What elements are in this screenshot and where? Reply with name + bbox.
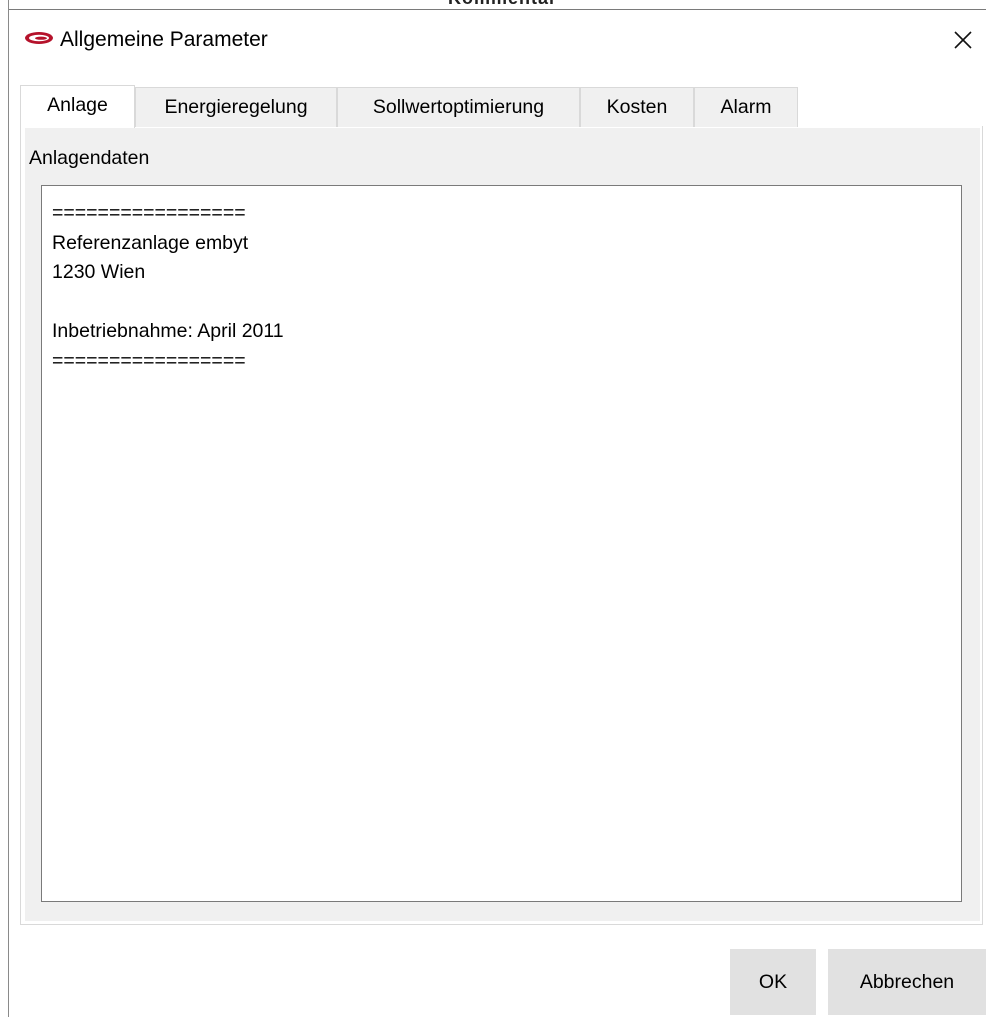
dialog-footer: OK Abbrechen: [9, 927, 986, 1018]
cancel-button[interactable]: Abbrechen: [828, 949, 986, 1015]
tab-bar: Anlage Energieregelung Sollwertoptimieru…: [20, 85, 980, 128]
tab-energieregelung[interactable]: Energieregelung: [135, 87, 337, 127]
dialog-allgemeine-parameter: Allgemeine Parameter Anlage Energieregel…: [9, 9, 986, 1018]
anlagendaten-label: Anlagendaten: [29, 147, 150, 169]
tab-anlage[interactable]: Anlage: [20, 85, 135, 128]
close-icon: [954, 31, 972, 49]
app-logo-icon: [24, 31, 56, 45]
tab-sollwertoptimierung[interactable]: Sollwertoptimierung: [337, 87, 580, 127]
background-window-title: Kommentar: [448, 0, 557, 9]
background-window: Kommentar: [0, 0, 986, 9]
close-button[interactable]: [939, 20, 985, 58]
tab-kosten[interactable]: Kosten: [580, 87, 694, 127]
ok-button[interactable]: OK: [730, 949, 816, 1015]
tab-alarm[interactable]: Alarm: [694, 87, 798, 127]
dialog-title: Allgemeine Parameter: [60, 28, 268, 51]
title-bar[interactable]: Allgemeine Parameter: [9, 10, 986, 68]
anlagendaten-textarea[interactable]: ================= Referenzanlage embyt 1…: [41, 185, 962, 902]
